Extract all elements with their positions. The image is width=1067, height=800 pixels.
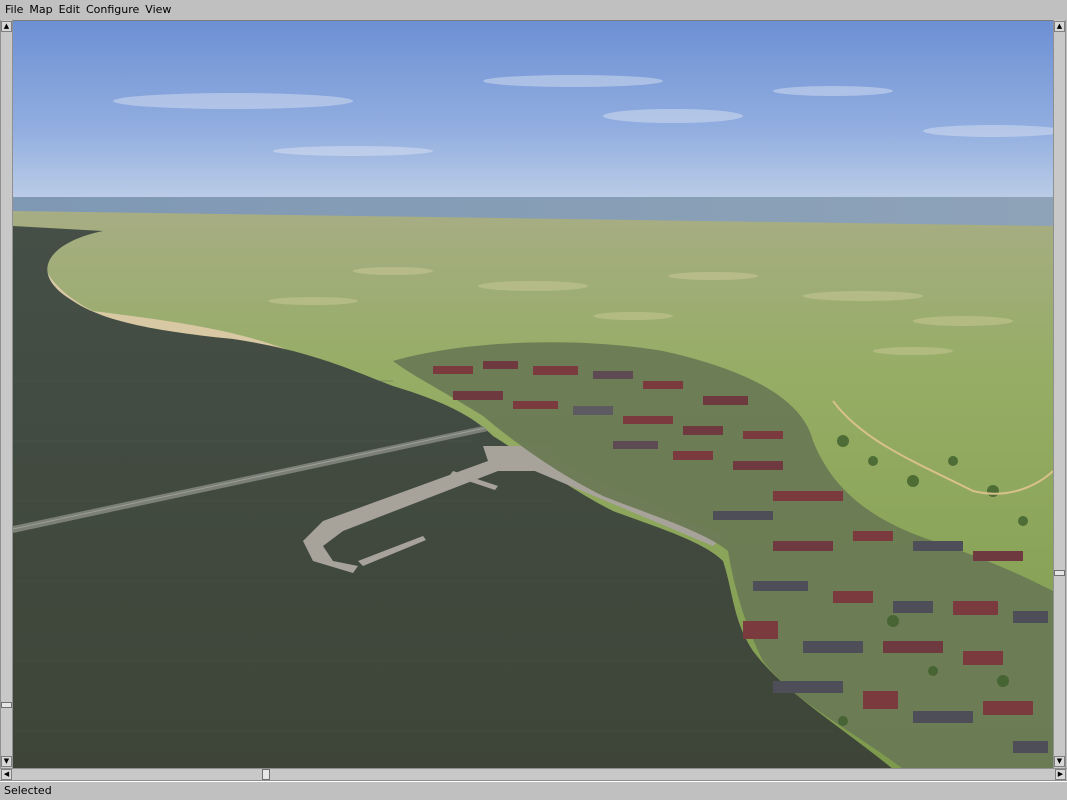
menu-bar: File Map Edit Configure View	[0, 0, 1067, 20]
status-bar: Selected	[0, 781, 1067, 800]
menu-edit[interactable]: Edit	[56, 0, 83, 20]
right-scroll-thumb[interactable]	[1054, 570, 1065, 576]
arrow-left-icon[interactable]: ◀	[1, 769, 12, 780]
status-text: Selected	[4, 784, 52, 797]
arrow-down-icon[interactable]: ▼	[1, 756, 12, 767]
horizontal-scrollbar[interactable]: ◀ ▶	[0, 768, 1067, 781]
terrain-3d-viewport[interactable]	[13, 20, 1053, 768]
sky	[13, 21, 1053, 201]
arrow-right-icon[interactable]: ▶	[1055, 769, 1066, 780]
arrow-down-icon[interactable]: ▼	[1054, 756, 1065, 767]
left-scroll-thumb[interactable]	[1, 702, 12, 708]
menu-file[interactable]: File	[0, 0, 26, 20]
horizontal-scroll-thumb[interactable]	[262, 769, 270, 780]
right-vertical-scrollbar[interactable]: ▲ ▼	[1053, 20, 1066, 768]
menu-view[interactable]: View	[142, 0, 174, 20]
menu-map[interactable]: Map	[26, 0, 55, 20]
arrow-up-icon[interactable]: ▲	[1054, 21, 1065, 32]
menu-configure[interactable]: Configure	[83, 0, 142, 20]
terrain-render	[13, 21, 1053, 768]
arrow-up-icon[interactable]: ▲	[1, 21, 12, 32]
left-vertical-scrollbar[interactable]: ▲ ▼	[0, 20, 13, 768]
